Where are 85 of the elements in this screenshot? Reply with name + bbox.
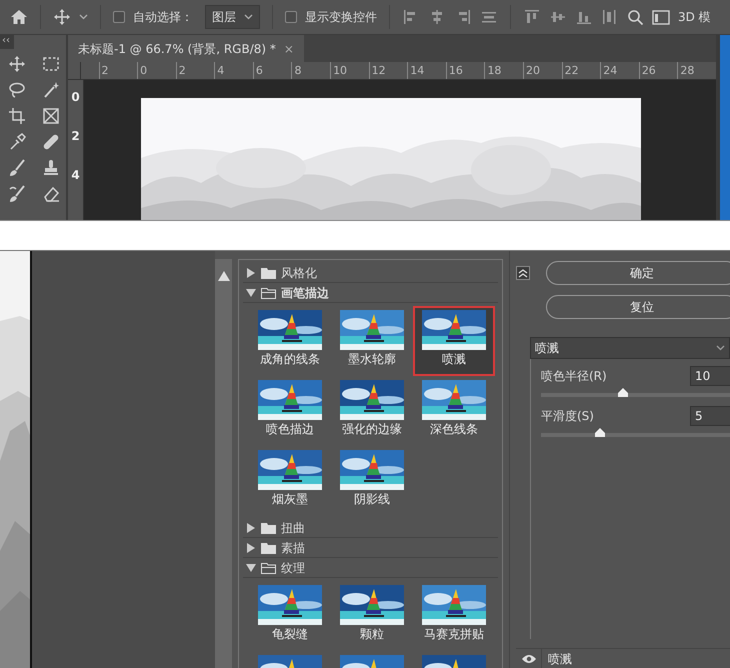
frame-icon[interactable] <box>42 107 60 125</box>
folder-icon <box>261 542 276 554</box>
marquee-icon[interactable] <box>42 55 60 73</box>
scroll-up-icon[interactable] <box>218 271 230 281</box>
filter-category[interactable]: 画笔描边 <box>243 283 498 303</box>
filter-thumbnail[interactable]: 强化的边缘 <box>331 376 413 446</box>
ruler-label: 2 <box>176 62 214 79</box>
filter-dropdown[interactable]: 喷溅 <box>530 337 730 359</box>
filter-thumbnail[interactable]: 龟裂缝 <box>249 581 331 651</box>
history-brush-icon[interactable] <box>8 185 26 203</box>
checkbox[interactable] <box>113 11 125 23</box>
filter-thumbnail[interactable]: 颗粒 <box>331 581 413 651</box>
filter-thumbnail[interactable]: 马赛克拼贴 <box>413 581 495 651</box>
ruler-label: 26 <box>638 62 678 79</box>
move-icon[interactable] <box>8 55 26 73</box>
eye-icon[interactable] <box>520 654 536 664</box>
filter-thumbnail[interactable]: 喷色描边 <box>249 376 331 446</box>
ruler-label: 2 <box>98 62 138 79</box>
magic-wand-icon[interactable] <box>42 81 60 99</box>
caret-icon <box>716 345 725 351</box>
collapse-triangle-icon[interactable] <box>246 562 256 572</box>
eraser-icon[interactable] <box>42 185 60 203</box>
eyedropper-icon[interactable] <box>8 133 26 151</box>
filter-category[interactable]: 素描 <box>243 538 498 558</box>
folder-icon <box>261 286 276 298</box>
filter-category[interactable]: 风格化 <box>243 263 498 283</box>
ruler-label: 4 <box>214 62 253 79</box>
collapse-icon[interactable] <box>516 266 530 280</box>
ruler-label: 14 <box>407 62 446 79</box>
dialog-button[interactable]: 复位 <box>546 295 730 319</box>
ruler-label: 24 <box>600 62 639 79</box>
layer-dropdown[interactable]: 图层 <box>205 5 260 29</box>
filter-thumbnail[interactable]: 喷溅 <box>413 306 495 376</box>
expand-triangle-icon[interactable] <box>246 542 256 552</box>
stamp-icon[interactable] <box>42 159 60 177</box>
ruler-label: 0 <box>137 62 176 79</box>
expand-triangle-icon[interactable] <box>246 522 256 532</box>
filter-thumbnail[interactable]: 墨水轮廓 <box>331 306 413 376</box>
dialog-button[interactable]: 确定 <box>546 261 730 285</box>
filter-thumbnail[interactable]: 烟灰墨 <box>249 446 331 516</box>
ruler-label: 2 <box>70 128 81 145</box>
slider-label: 平滑度(S) <box>541 408 594 425</box>
folder-icon <box>261 522 276 534</box>
ruler-label: 6 <box>252 62 292 79</box>
lasso-icon[interactable] <box>8 81 26 99</box>
value-field[interactable]: 10 <box>690 366 730 386</box>
ruler-label: 22 <box>562 62 600 79</box>
filter-thumbnail[interactable]: 成角的线条 <box>249 306 331 376</box>
effect-layer-row[interactable]: 喷溅 <box>516 648 730 668</box>
slider-label: 喷色半径(R) <box>541 368 607 385</box>
move-icon[interactable] <box>53 8 71 26</box>
expand-triangle-icon[interactable] <box>246 268 256 278</box>
document-tab[interactable]: 未标题-1 @ 66.7% (背景, RGB/8) * × <box>68 35 304 62</box>
caret-icon <box>244 14 253 20</box>
home-icon[interactable] <box>10 9 28 25</box>
slider-thumb[interactable] <box>595 428 606 437</box>
ruler-label: 16 <box>446 62 484 79</box>
ruler-label: 12 <box>368 62 408 79</box>
folder-icon <box>261 562 276 574</box>
crop-icon[interactable] <box>8 107 26 125</box>
filter-category[interactable]: 扭曲 <box>243 518 498 538</box>
caret-icon[interactable] <box>79 14 88 20</box>
filter-category[interactable]: 纹理 <box>243 558 498 578</box>
folder-icon <box>261 266 276 278</box>
workspace-icon[interactable] <box>652 10 670 24</box>
mode-label[interactable]: 3D 模 <box>678 8 711 26</box>
filter-thumbnail[interactable]: 深色线条 <box>413 376 495 446</box>
ruler-label: 20 <box>523 62 562 79</box>
ruler-label: 8 <box>291 62 330 79</box>
filter-thumbnail[interactable]: 阴影线 <box>331 446 413 516</box>
ruler-label: 0 <box>70 89 81 106</box>
distribute-icon[interactable] <box>523 8 541 26</box>
search-icon[interactable] <box>627 8 644 26</box>
ruler-label: 18 <box>484 62 524 79</box>
checkbox[interactable] <box>285 11 297 23</box>
checkbox-label: 自动选择： <box>133 9 193 26</box>
scrollbar[interactable] <box>215 259 232 668</box>
collapse-triangle-icon[interactable] <box>246 288 256 298</box>
brush-icon[interactable] <box>8 159 26 177</box>
collapse-button[interactable]: ‹‹ <box>0 35 14 49</box>
ruler-label: 10 <box>330 62 369 79</box>
slider-thumb[interactable] <box>618 388 628 397</box>
checkbox-label: 显示变换控件 <box>305 9 377 26</box>
ruler-label: 4 <box>70 167 81 184</box>
value-field[interactable]: 5 <box>690 406 730 426</box>
